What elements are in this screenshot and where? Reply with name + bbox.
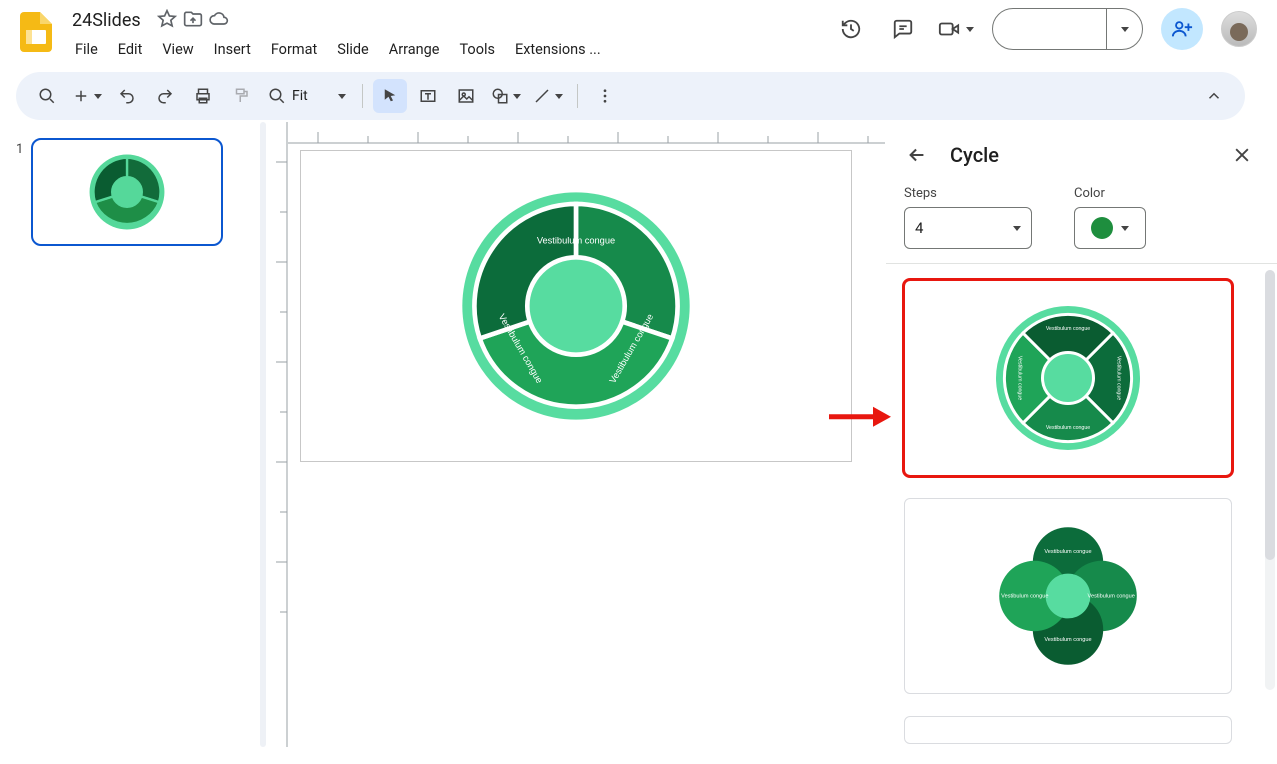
menu-view[interactable]: View <box>153 37 202 62</box>
svg-text:Vestibulum congue: Vestibulum congue <box>1044 637 1091 643</box>
diagram-template-2[interactable]: Vestibulum congue Vestibulum congue Vest… <box>904 498 1232 694</box>
menu-edit[interactable]: Edit <box>109 37 152 62</box>
diagram-template-1[interactable]: Vestibulum congue Vestibulum congue Vest… <box>904 280 1232 476</box>
panel-title: Cycle <box>950 143 999 167</box>
color-swatch-icon <box>1091 217 1113 239</box>
comments-icon[interactable] <box>886 12 920 46</box>
shape-icon[interactable] <box>487 79 525 113</box>
template-scrollbar[interactable] <box>1265 270 1275 690</box>
svg-text:Vestibulum congue: Vestibulum congue <box>1088 594 1135 600</box>
history-icon[interactable] <box>834 12 868 46</box>
more-icon[interactable] <box>588 79 622 113</box>
new-slide-button[interactable] <box>68 79 106 113</box>
meet-button[interactable] <box>938 18 974 40</box>
redo-icon[interactable] <box>148 79 182 113</box>
undo-icon[interactable] <box>110 79 144 113</box>
doc-title[interactable]: 24Slides <box>66 8 147 33</box>
steps-label: Steps <box>904 186 1032 201</box>
cloud-icon[interactable] <box>209 9 229 33</box>
slide-number: 1 <box>16 138 23 737</box>
svg-text:Vestibulum congue: Vestibulum congue <box>1017 356 1023 400</box>
svg-text:Vestibulum congue: Vestibulum congue <box>1116 356 1122 400</box>
svg-text:Vestibulum congue: Vestibulum congue <box>1044 549 1091 555</box>
svg-text:Vestibulum congue: Vestibulum congue <box>1046 326 1090 332</box>
slide-thumbnail[interactable] <box>31 138 223 246</box>
slideshow-button[interactable]: Slideshow <box>992 8 1143 50</box>
collapse-toolbar-icon[interactable] <box>1197 79 1231 113</box>
horizontal-ruler <box>288 122 885 144</box>
select-tool-icon[interactable] <box>373 79 407 113</box>
vertical-ruler <box>266 122 288 747</box>
annotation-arrow-icon <box>829 403 891 429</box>
menu-format[interactable]: Format <box>262 37 326 62</box>
slideshow-dropdown[interactable] <box>1106 9 1142 49</box>
menu-tools[interactable]: Tools <box>450 37 504 62</box>
search-icon[interactable] <box>30 79 64 113</box>
svg-text:Vestibulum congue: Vestibulum congue <box>1046 425 1090 431</box>
color-select[interactable] <box>1074 207 1146 249</box>
svg-text:Vestibulum congue: Vestibulum congue <box>1001 594 1048 600</box>
move-icon[interactable] <box>183 9 203 33</box>
app-logo[interactable] <box>16 12 56 52</box>
menu-arrange[interactable]: Arrange <box>380 37 449 62</box>
menu-slide[interactable]: Slide <box>328 37 378 62</box>
star-icon[interactable] <box>157 9 177 33</box>
slide-canvas[interactable]: Vestibulum congue Vestibulum congue Vest… <box>300 150 852 462</box>
toolbar: Fit <box>16 72 1245 120</box>
color-label: Color <box>1074 186 1146 201</box>
segment-label-top: Vestibulum congue <box>536 235 614 245</box>
share-button[interactable] <box>1161 8 1203 50</box>
zoom-control[interactable]: Fit <box>262 87 352 105</box>
print-icon[interactable] <box>186 79 220 113</box>
image-icon[interactable] <box>449 79 483 113</box>
textbox-icon[interactable] <box>411 79 445 113</box>
menu-insert[interactable]: Insert <box>205 37 260 62</box>
account-avatar[interactable] <box>1221 11 1257 47</box>
line-icon[interactable] <box>529 79 567 113</box>
panel-close-icon[interactable] <box>1225 138 1259 172</box>
steps-select[interactable]: 4 <box>904 207 1032 249</box>
menu-file[interactable]: File <box>66 37 107 62</box>
diagram-template-3[interactable] <box>904 716 1232 744</box>
menu-extensions[interactable]: Extensions ... <box>506 37 610 62</box>
panel-back-icon[interactable] <box>900 138 934 172</box>
menubar: File Edit View Insert Format Slide Arran… <box>66 37 610 62</box>
paint-format-icon <box>224 79 258 113</box>
